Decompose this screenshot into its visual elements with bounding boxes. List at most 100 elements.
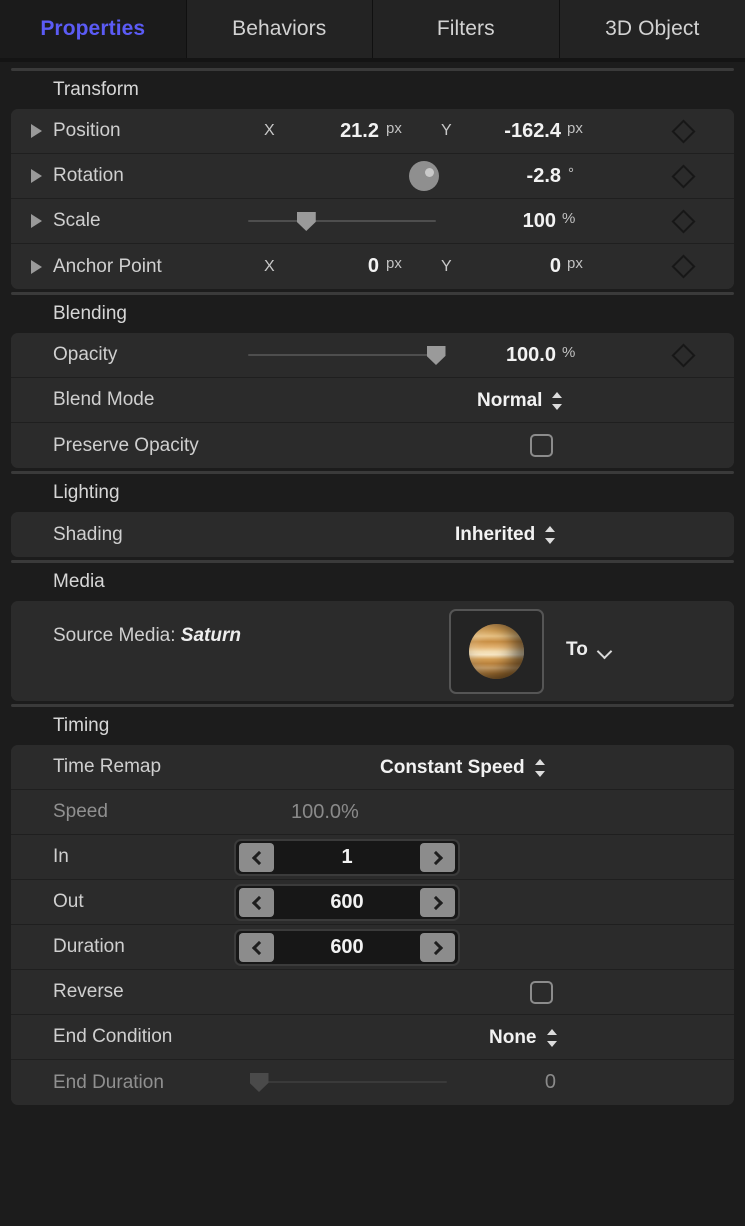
row-blend-mode[interactable]: Blend Mode Normal [11,378,734,423]
row-anchor-point[interactable]: Anchor Point X 0 px Y 0 px [11,244,734,289]
row-reverse-label: Reverse [53,981,124,1002]
row-rotation[interactable]: Rotation -2.8 ° [11,154,734,199]
row-duration[interactable]: Duration 600 [11,925,734,970]
source-media-prefix: Source Media: [53,625,181,646]
section-header-lighting-label: Lighting [53,482,120,503]
tab-3d-object-label: 3D Object [605,17,700,40]
scale-value[interactable]: 100 [451,210,556,233]
disclosure-triangle-icon[interactable] [31,124,42,138]
row-opacity-label: Opacity [53,344,118,365]
reverse-checkbox[interactable] [530,981,553,1004]
media-to-label: To [566,639,588,660]
inspector-tab-bar: Properties Behaviors Filters 3D Object [0,0,745,58]
shading-popup[interactable]: Inherited [455,524,556,546]
opacity-slider[interactable] [248,345,446,365]
saturn-planet-thumbnail-icon [469,624,524,679]
tab-behaviors-label: Behaviors [232,17,327,40]
out-value[interactable]: 600 [274,891,420,914]
anchor-y-value[interactable]: 0 [451,255,561,278]
rotation-keyframe-icon[interactable] [671,163,696,189]
panel-empty-area [0,1105,745,1185]
section-header-blending: Blending [0,295,745,333]
row-in-label: In [53,846,69,867]
source-media-thumbnail-well[interactable] [449,609,544,694]
blend-mode-popup[interactable]: Normal [477,390,563,412]
source-media-name: Saturn [180,625,241,646]
row-reverse[interactable]: Reverse [11,970,734,1015]
row-shading[interactable]: Shading Inherited [11,512,734,557]
preserve-opacity-checkbox[interactable] [530,434,553,457]
row-speed-label: Speed [53,801,108,822]
tab-behaviors[interactable]: Behaviors [186,0,373,58]
tab-filters[interactable]: Filters [373,0,560,58]
scale-slider[interactable] [248,211,436,231]
row-end-duration: End Duration 0 [11,1060,734,1105]
section-header-transform: Transform [0,71,745,109]
out-stepper-increment-button[interactable] [420,888,455,917]
row-shading-label: Shading [53,523,123,545]
end-duration-value: 0 [544,1071,556,1093]
row-duration-label: Duration [53,936,125,957]
position-x-value[interactable]: 21.2 [279,120,379,143]
row-out-label: Out [53,891,84,912]
media-to-popup[interactable]: To [566,639,612,661]
section-header-timing-label: Timing [53,715,110,736]
disclosure-triangle-icon[interactable] [31,169,42,183]
row-opacity[interactable]: Opacity 100.0 % [11,333,734,378]
scale-slider-knob[interactable] [296,212,316,231]
chevron-updown-icon [534,758,546,778]
row-in[interactable]: In 1 [11,835,734,880]
position-y-value[interactable]: -162.4 [451,120,561,143]
opacity-keyframe-icon[interactable] [671,342,696,368]
rotation-dial[interactable] [409,161,439,191]
out-stepper-decrement-button[interactable] [239,888,274,917]
time-remap-value: Constant Speed [380,757,525,778]
chevron-left-icon [251,940,266,955]
anchor-x-axis-label: X [264,257,275,275]
blending-group: Opacity 100.0 % Blend Mode Normal Preser… [11,333,734,468]
end-duration-slider [249,1072,447,1092]
anchor-x-unit: px [386,255,402,272]
duration-stepper-decrement-button[interactable] [239,933,274,962]
anchor-point-keyframe-icon[interactable] [671,254,696,279]
position-keyframe-icon[interactable] [671,118,696,144]
chevron-right-icon [428,940,443,955]
position-x-axis-label: X [264,122,275,139]
row-preserve-opacity-label: Preserve Opacity [53,434,199,456]
scale-keyframe-icon[interactable] [671,208,696,234]
rotation-value[interactable]: -2.8 [451,165,561,188]
disclosure-triangle-icon[interactable] [31,214,42,228]
row-scale-label: Scale [53,210,101,231]
speed-value: 100.0% [291,800,359,823]
in-stepper[interactable]: 1 [234,839,460,876]
opacity-value[interactable]: 100.0 [431,344,556,367]
row-end-condition[interactable]: End Condition None [11,1015,734,1060]
section-header-transform-label: Transform [53,79,139,100]
tab-3d-object[interactable]: 3D Object [559,0,745,58]
out-stepper[interactable]: 600 [234,884,460,921]
row-preserve-opacity[interactable]: Preserve Opacity [11,423,734,468]
anchor-x-value[interactable]: 0 [279,255,379,278]
row-time-remap[interactable]: Time Remap Constant Speed [11,745,734,790]
duration-stepper-increment-button[interactable] [420,933,455,962]
duration-value[interactable]: 600 [274,936,420,959]
row-out[interactable]: Out 600 [11,880,734,925]
duration-stepper[interactable]: 600 [234,929,460,966]
shading-value: Inherited [455,524,536,545]
in-stepper-increment-button[interactable] [420,843,455,872]
row-blend-mode-label: Blend Mode [53,389,155,410]
in-stepper-decrement-button[interactable] [239,843,274,872]
tab-properties[interactable]: Properties [0,0,187,58]
source-media-label: Source Media: Saturn [53,625,241,647]
tab-filters-label: Filters [436,17,495,40]
row-position[interactable]: Position X 21.2 px Y -162.4 px [11,109,734,154]
time-remap-popup[interactable]: Constant Speed [380,757,546,779]
scale-slider-track [248,220,436,222]
row-scale[interactable]: Scale 100 % [11,199,734,244]
row-time-remap-label: Time Remap [53,756,162,777]
disclosure-triangle-icon[interactable] [31,259,42,274]
transform-group: Position X 21.2 px Y -162.4 px Rotation … [11,109,734,289]
row-end-duration-label: End Duration [53,1071,164,1093]
in-value[interactable]: 1 [274,846,420,869]
end-condition-popup[interactable]: None [489,1027,558,1049]
